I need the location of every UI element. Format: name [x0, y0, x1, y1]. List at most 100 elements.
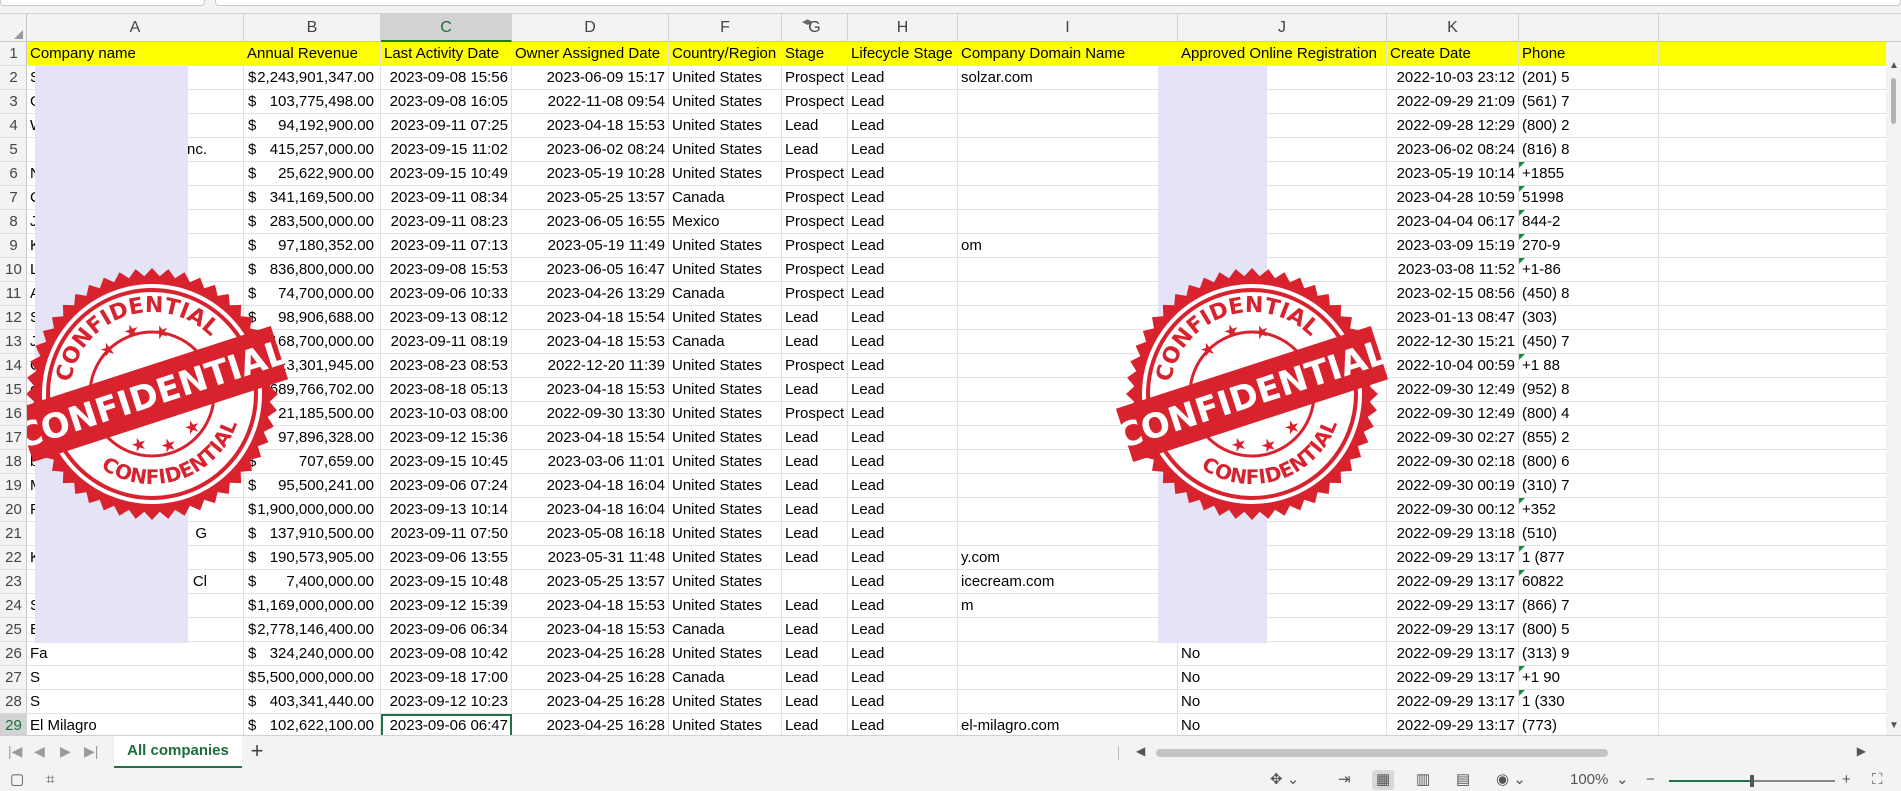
zoom-out-icon[interactable]: − — [1646, 770, 1655, 790]
cell-phone[interactable]: 1 (877 — [1519, 546, 1659, 570]
cell-country[interactable]: Canada — [669, 618, 782, 642]
cell-stage[interactable]: Prospect — [782, 90, 848, 114]
cell-country[interactable]: United States — [669, 114, 782, 138]
cell-rev[interactable]: $1,169,000,000.00 — [244, 594, 381, 618]
cell-last[interactable]: 2023-09-15 10:48 — [381, 570, 512, 594]
cell-owner[interactable]: 2022-11-08 09:54 — [512, 90, 669, 114]
cell-phone[interactable]: (313) 9 — [1519, 642, 1659, 666]
row-header-7[interactable]: 7 — [0, 186, 27, 210]
cell-create[interactable]: 2023-03-08 11:52 — [1387, 258, 1519, 282]
cell-owner[interactable]: 2023-06-05 16:55 — [512, 210, 669, 234]
cell-country[interactable]: United States — [669, 378, 782, 402]
cell-owner[interactable]: 2023-06-09 15:17 — [512, 66, 669, 90]
cell-life[interactable]: Lead — [848, 714, 958, 735]
cell-stage[interactable]: Lead — [782, 522, 848, 546]
visibility-icon[interactable]: ◉ ⌄ — [1496, 770, 1526, 790]
column-header-b[interactable]: B — [244, 14, 381, 42]
cell-phone[interactable]: 270-9 — [1519, 234, 1659, 258]
cell-create[interactable]: 2023-02-15 08:56 — [1387, 282, 1519, 306]
cell-owner[interactable]: 2023-05-19 11:49 — [512, 234, 669, 258]
cell-phone[interactable]: (450) 8 — [1519, 282, 1659, 306]
cell-rev[interactable]: $403,341,440.00 — [244, 690, 381, 714]
cell-country[interactable]: United States — [669, 690, 782, 714]
cell-phone[interactable]: (310) 7 — [1519, 474, 1659, 498]
row-header-13[interactable]: 13 — [0, 330, 27, 354]
cell-life[interactable]: Lead — [848, 162, 958, 186]
cell-life[interactable]: Lead — [848, 234, 958, 258]
cell-country[interactable]: United States — [669, 450, 782, 474]
row-header-26[interactable]: 26 — [0, 642, 27, 666]
cell-create[interactable]: 2022-09-29 13:17 — [1387, 570, 1519, 594]
cell-country[interactable]: Mexico — [669, 210, 782, 234]
cell-last[interactable]: 2023-09-11 08:34 — [381, 186, 512, 210]
vertical-scroll-thumb[interactable] — [1891, 78, 1896, 124]
next-sheet-icon[interactable]: ▶ — [60, 743, 71, 760]
column-header-a[interactable]: A — [27, 14, 244, 42]
cell-owner[interactable]: 2023-04-18 16:04 — [512, 474, 669, 498]
cell-phone[interactable]: (800) 6 — [1519, 450, 1659, 474]
cell-last[interactable]: 2023-09-08 15:53 — [381, 258, 512, 282]
cell-life[interactable]: Lead — [848, 642, 958, 666]
cell-life[interactable]: Lead — [848, 114, 958, 138]
cell-owner[interactable]: 2023-04-18 15:53 — [512, 594, 669, 618]
cell-life[interactable]: Lead — [848, 354, 958, 378]
cell-last[interactable]: 2023-09-06 13:55 — [381, 546, 512, 570]
cell-owner[interactable]: 2023-04-18 15:53 — [512, 378, 669, 402]
cell-life[interactable]: Lead — [848, 378, 958, 402]
cell-stage[interactable]: Prospect — [782, 402, 848, 426]
cell-phone[interactable]: (773) — [1519, 714, 1659, 735]
cell-life[interactable]: Lead — [848, 210, 958, 234]
hidden-column-marker-icon[interactable]: ◂▸ — [802, 15, 813, 28]
cell-stage[interactable]: Lead — [782, 546, 848, 570]
column-header-d[interactable]: D — [512, 14, 669, 42]
page-break-preview-icon[interactable]: ▤ — [1456, 770, 1470, 790]
prev-sheet-icon[interactable]: ◀ — [34, 743, 45, 760]
cell-owner[interactable]: 2023-04-18 15:54 — [512, 306, 669, 330]
cell-owner[interactable]: 2023-05-25 13:57 — [512, 186, 669, 210]
macro-recorder-icon[interactable]: ⌗ — [46, 770, 54, 790]
cell-life[interactable]: Lead — [848, 90, 958, 114]
column-title-phone[interactable]: Phone — [1519, 42, 1659, 66]
cell-domain[interactable] — [958, 642, 1178, 666]
cell-domain[interactable] — [958, 210, 1178, 234]
cell-owner[interactable]: 2023-04-25 16:28 — [512, 666, 669, 690]
cell-last[interactable]: 2023-09-08 16:05 — [381, 90, 512, 114]
cell-owner[interactable]: 2023-04-18 15:54 — [512, 426, 669, 450]
cell-create[interactable]: 2023-04-04 06:17 — [1387, 210, 1519, 234]
cell-phone[interactable]: +1-86 — [1519, 258, 1659, 282]
row-header-18[interactable]: 18 — [0, 450, 27, 474]
formula-input[interactable] — [215, 0, 1901, 6]
cell-phone[interactable]: (450) 7 — [1519, 330, 1659, 354]
cell-country[interactable]: United States — [669, 402, 782, 426]
select-all-corner[interactable] — [0, 14, 27, 42]
cell-last[interactable]: 2023-09-13 08:12 — [381, 306, 512, 330]
zoom-dropdown-icon[interactable]: ⌄ — [1616, 770, 1629, 790]
cell-rev[interactable]: $341,169,500.00 — [244, 186, 381, 210]
column-header-g[interactable]: G — [782, 14, 848, 42]
cell-rev[interactable]: $324,240,000.00 — [244, 642, 381, 666]
cell-create[interactable]: 2022-09-30 02:27 — [1387, 426, 1519, 450]
row-header-23[interactable]: 23 — [0, 570, 27, 594]
column-header-next[interactable] — [1519, 14, 1659, 42]
cell-phone[interactable]: +1 88 — [1519, 354, 1659, 378]
cell-domain[interactable] — [958, 618, 1178, 642]
row-header-9[interactable]: 9 — [0, 234, 27, 258]
column-header-c[interactable]: C — [381, 14, 512, 42]
row-header-21[interactable]: 21 — [0, 522, 27, 546]
cell-last[interactable]: 2023-09-06 10:33 — [381, 282, 512, 306]
cell-grid[interactable]: Company name Annual Revenue Last Activity … — [27, 42, 1901, 735]
row-header-16[interactable]: 16 — [0, 402, 27, 426]
cell-last[interactable]: 2023-09-15 11:02 — [381, 138, 512, 162]
cell-create[interactable]: 2022-09-30 02:18 — [1387, 450, 1519, 474]
cell-approved[interactable]: No — [1178, 666, 1387, 690]
scroll-up-icon[interactable]: ▲ — [1889, 60, 1899, 71]
cell-phone[interactable]: +352 — [1519, 498, 1659, 522]
normal-view-icon[interactable]: ▦ — [1372, 770, 1395, 790]
scroll-down-icon[interactable]: ▼ — [1889, 720, 1899, 731]
cell-country[interactable]: United States — [669, 138, 782, 162]
cell-stage[interactable]: Lead — [782, 642, 848, 666]
cell-phone[interactable]: (510) — [1519, 522, 1659, 546]
cell-phone[interactable]: (855) 2 — [1519, 426, 1659, 450]
cell-owner[interactable]: 2023-04-18 15:53 — [512, 114, 669, 138]
column-header-j[interactable]: J — [1178, 14, 1387, 42]
